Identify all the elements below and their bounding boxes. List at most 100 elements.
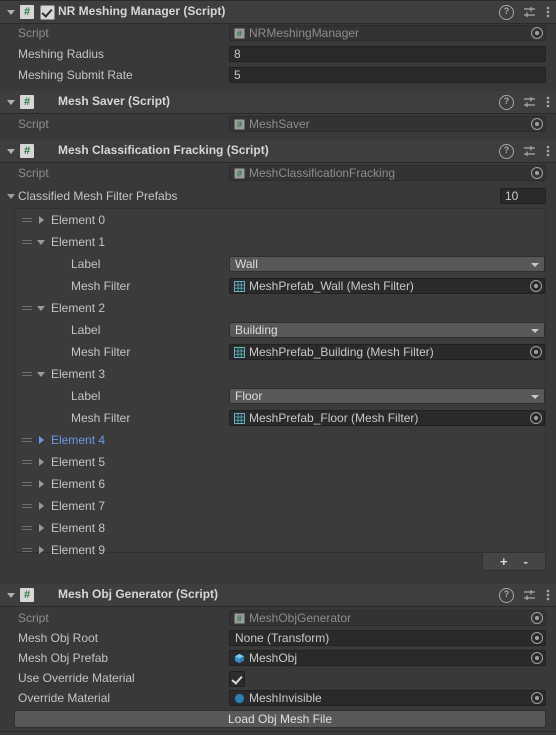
preset-icon[interactable] [523, 96, 537, 109]
object-field-script[interactable]: # MeshClassificationFracking [229, 165, 546, 181]
object-field-value: MeshInvisible [249, 691, 322, 705]
component-enable-checkbox[interactable] [40, 4, 55, 20]
component-header-mesh-saver[interactable]: # Mesh Saver (Script) ? [0, 91, 556, 114]
object-picker-icon[interactable] [531, 632, 543, 644]
foldout-toggle-element[interactable] [34, 546, 48, 554]
foldout-toggle-element[interactable] [34, 502, 48, 510]
dropdown-label-value[interactable]: Building [229, 322, 545, 338]
checkbox-use-override-material[interactable] [229, 671, 245, 687]
foldout-toggle-element[interactable] [34, 436, 48, 444]
component-header-mesh-obj-generator[interactable]: # Mesh Obj Generator (Script) ? [0, 584, 556, 607]
material-sphere-icon [233, 692, 245, 704]
list-item[interactable]: Element 6 [15, 473, 545, 495]
foldout-toggle-element[interactable] [34, 458, 48, 466]
button-label: Load Obj Mesh File [227, 712, 333, 726]
foldout-toggle-mesh-obj-generator[interactable] [4, 584, 18, 606]
object-picker-icon[interactable] [530, 280, 542, 292]
object-picker-icon[interactable] [531, 118, 543, 130]
list-item[interactable]: Element 7 [15, 495, 545, 517]
load-obj-mesh-file-button[interactable]: Load Obj Mesh File [14, 710, 546, 728]
object-field-mesh-filter[interactable]: MeshPrefab_Building (Mesh Filter) [229, 344, 545, 360]
drag-handle-icon[interactable] [22, 218, 32, 222]
foldout-toggle-element[interactable] [34, 524, 48, 532]
drag-handle-icon[interactable] [22, 482, 32, 486]
foldout-toggle-element[interactable] [34, 305, 48, 311]
preset-icon[interactable] [523, 6, 537, 19]
object-field-script[interactable]: # MeshSaver [229, 116, 546, 132]
csharp-script-icon: # [233, 27, 245, 39]
list-item[interactable]: Element 1 [15, 231, 545, 253]
drag-handle-icon[interactable] [22, 438, 32, 442]
object-picker-icon[interactable] [531, 612, 543, 624]
more-menu-icon[interactable] [546, 5, 550, 19]
foldout-toggle-element[interactable] [34, 239, 48, 245]
help-icon[interactable]: ? [499, 587, 514, 603]
list-item[interactable]: Element 8 [15, 517, 545, 539]
add-element-button[interactable]: + [500, 554, 508, 569]
foldout-toggle-element[interactable] [34, 371, 48, 377]
dropdown-label-value[interactable]: Floor [229, 388, 545, 404]
help-icon[interactable]: ? [499, 94, 514, 110]
array-foldout-header[interactable]: Classified Mesh Filter Prefabs 10 [0, 186, 556, 206]
preset-icon[interactable] [523, 145, 537, 158]
number-field-meshing-radius[interactable]: 8 [229, 46, 546, 62]
object-picker-icon[interactable] [531, 652, 543, 664]
list-item[interactable]: Element 3 [15, 363, 545, 385]
more-menu-icon[interactable] [546, 588, 550, 602]
list-item[interactable]: Element 5 [15, 451, 545, 473]
object-picker-icon[interactable] [531, 167, 543, 179]
more-menu-icon[interactable] [546, 144, 550, 158]
dropdown-label-value[interactable]: Wall [229, 256, 545, 272]
object-field-script[interactable]: # NRMeshingManager [229, 25, 546, 41]
list-item[interactable]: Element 0 [15, 209, 545, 231]
property-label: Label [71, 323, 101, 337]
object-field-value: MeshSaver [249, 117, 310, 131]
list-item[interactable]: Element 2 [15, 297, 545, 319]
array-size-field[interactable]: 10 [500, 188, 546, 204]
drag-handle-icon[interactable] [22, 372, 32, 376]
foldout-toggle-mesh-saver[interactable] [4, 91, 18, 113]
more-menu-icon[interactable] [546, 95, 550, 109]
dropdown-value: Building [235, 323, 278, 337]
csharp-script-icon: # [20, 588, 34, 602]
object-field-mesh-obj-prefab[interactable]: MeshObj [229, 650, 546, 666]
object-field-mesh-obj-root[interactable]: None (Transform) [229, 630, 546, 646]
drag-handle-icon[interactable] [22, 548, 32, 552]
component-header-mesh-classification-fracking[interactable]: # Mesh Classification Fracking (Script) … [0, 140, 556, 163]
number-field-meshing-submit-rate[interactable]: 5 [229, 67, 546, 83]
property-row-meshing-submit-rate: Meshing Submit Rate 5 [0, 65, 556, 86]
remove-element-button[interactable]: - [524, 554, 528, 569]
object-field-mesh-filter[interactable]: MeshPrefab_Wall (Mesh Filter) [229, 278, 545, 294]
preset-icon[interactable] [523, 589, 537, 602]
array-label: Classified Mesh Filter Prefabs [18, 188, 178, 203]
property-row-script: Script # NRMeshingManager [0, 23, 556, 44]
dropdown-value: Floor [235, 389, 263, 403]
drag-handle-icon[interactable] [22, 526, 32, 530]
object-field-script[interactable]: # MeshObjGenerator [229, 610, 546, 626]
foldout-toggle-mesh-classification-fracking[interactable] [4, 140, 18, 162]
property-label: Script [18, 26, 49, 40]
foldout-toggle-nr-meshing-manager[interactable] [4, 1, 18, 23]
list-item[interactable]: Element 9 [15, 539, 545, 561]
object-field-mesh-filter[interactable]: MeshPrefab_Floor (Mesh Filter) [229, 410, 545, 426]
list-item[interactable]: Element 4 [15, 429, 545, 451]
drag-handle-icon[interactable] [22, 460, 32, 464]
object-picker-icon[interactable] [531, 692, 543, 704]
list-item-label: Element 5 [51, 455, 106, 469]
object-picker-icon[interactable] [530, 412, 542, 424]
object-field-override-material[interactable]: MeshInvisible [229, 690, 546, 706]
drag-handle-icon[interactable] [22, 504, 32, 508]
property-row-meshing-radius: Meshing Radius 8 [0, 44, 556, 65]
help-icon[interactable]: ? [499, 4, 514, 20]
object-picker-icon[interactable] [530, 346, 542, 358]
foldout-toggle-element[interactable] [34, 480, 48, 488]
help-icon[interactable]: ? [499, 143, 514, 159]
object-field-value: MeshClassificationFracking [249, 166, 396, 180]
foldout-toggle-array[interactable] [4, 185, 18, 207]
drag-handle-icon[interactable] [22, 240, 32, 244]
drag-handle-icon[interactable] [22, 306, 32, 310]
foldout-toggle-element[interactable] [34, 216, 48, 224]
component-title: NR Meshing Manager (Script) [58, 4, 226, 18]
object-picker-icon[interactable] [531, 27, 543, 39]
component-header-nr-meshing-manager[interactable]: # NR Meshing Manager (Script) ? [0, 0, 556, 24]
